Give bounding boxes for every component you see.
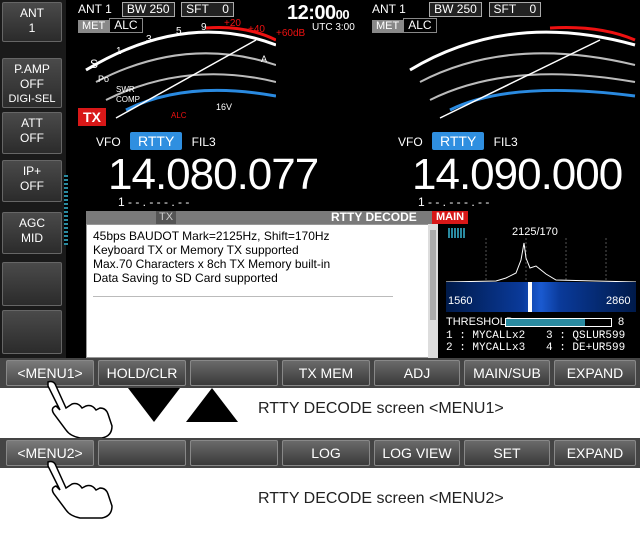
- met-indicator-sub: MET: [372, 20, 404, 33]
- decode-text-area[interactable]: 45bps BAUDOT Mark=2125Hz, Shift=170Hz Ke…: [86, 224, 432, 358]
- down-arrow-icon: [128, 388, 180, 422]
- menu1-empty-button[interactable]: [190, 360, 278, 386]
- decode-line: Data Saving to SD Card supported: [93, 271, 278, 285]
- s1-label: 1: [116, 46, 122, 57]
- decode-line: 45bps BAUDOT Mark=2125Hz, Shift=170Hz: [93, 229, 330, 243]
- mode-button[interactable]: RTTY: [130, 132, 183, 150]
- tx-memory-3: 3 : QSLUR599: [546, 330, 626, 342]
- att-label: ATT: [21, 116, 43, 130]
- vfo-label-sub: VFO: [398, 135, 423, 149]
- pointing-hand-icon: [47, 380, 113, 439]
- clock-time: 12:00: [287, 2, 336, 24]
- plus60db-label: +60dB: [276, 28, 306, 39]
- att-button[interactable]: ATT OFF: [2, 112, 62, 154]
- preamp-button[interactable]: P.AMP OFF DIGI-SEL: [2, 58, 62, 108]
- tx-mem-button[interactable]: TX MEM: [282, 360, 370, 386]
- menu2-empty-button-2[interactable]: [190, 440, 278, 466]
- sub-frequency[interactable]: 14.090.000: [412, 150, 623, 200]
- agc-label: AGC: [18, 216, 45, 230]
- vd-16v-label: 16V: [216, 102, 232, 112]
- preamp-value: OFF: [20, 77, 44, 91]
- decode-scroll-thumb[interactable]: [430, 230, 436, 320]
- digisel-label: DIGI-SEL: [8, 93, 56, 105]
- amp-label: A: [261, 54, 267, 64]
- agc-value: MID: [21, 231, 43, 245]
- threshold-fill: [506, 319, 585, 326]
- set-button[interactable]: SET: [464, 440, 550, 466]
- threshold-value: 8: [618, 316, 625, 328]
- ipplus-button[interactable]: IP+ OFF: [2, 160, 62, 202]
- tx-indicator: TX: [78, 108, 106, 126]
- tx-memory-4: 4 : DE+UR599: [546, 342, 626, 354]
- pointing-hand-icon: [47, 460, 113, 519]
- filter-label: FIL3: [191, 135, 216, 149]
- main-frequency[interactable]: 14.080.077: [108, 150, 319, 200]
- menu1-caption: RTTY DECODE screen <MENU1>: [258, 400, 504, 417]
- po-label: Po: [98, 74, 109, 84]
- decode-line: Keyboard TX or Memory TX supported: [93, 243, 299, 257]
- threshold-bar[interactable]: [505, 318, 612, 327]
- att-value: OFF: [20, 131, 44, 145]
- main-tag: MAIN: [432, 211, 469, 224]
- ipplus-value: OFF: [20, 179, 44, 193]
- ant-value: 1: [28, 21, 36, 35]
- scope-low-freq: 1560: [448, 295, 473, 307]
- mark-shift-label: 2125/170: [512, 226, 558, 238]
- main-subfreq: 1 - - . - - - . - -: [118, 195, 190, 209]
- tx-memory-1: 1 : MYCALLx2: [446, 330, 526, 342]
- sidebar-empty-button-2[interactable]: [2, 310, 62, 354]
- utc-offset: UTC 3:00: [312, 22, 355, 33]
- sidebar-scroll-indicator: [64, 175, 68, 245]
- mode-button-sub[interactable]: RTTY: [432, 132, 485, 150]
- log-button[interactable]: LOG: [282, 440, 370, 466]
- expand-button-2[interactable]: EXPAND: [554, 440, 636, 466]
- vfo-row-sub: VFO RTTY FIL3: [398, 132, 518, 150]
- log-view-button[interactable]: LOG VIEW: [374, 440, 460, 466]
- alc-scale-label: ALC: [171, 111, 187, 120]
- mark-marker: [528, 282, 532, 312]
- ipplus-label: IP+: [22, 164, 42, 178]
- decode-line: Max.70 Characters x 8ch TX Memory built-…: [93, 257, 331, 271]
- s3-label: 3: [146, 34, 152, 45]
- comp-label: COMP: [116, 95, 140, 104]
- adj-button[interactable]: ADJ: [374, 360, 460, 386]
- clock-seconds: 00: [335, 7, 350, 22]
- threshold-label: THRESHOLD: [446, 316, 514, 328]
- scope-high-freq: 2860: [606, 295, 631, 307]
- agc-button[interactable]: AGC MID: [2, 212, 62, 254]
- vfo-label: VFO: [96, 135, 121, 149]
- transceiver-screen: ANT 1 P.AMP OFF DIGI-SEL ATT OFF IP+ OFF…: [0, 0, 640, 388]
- sidebar-empty-button-1[interactable]: [2, 262, 62, 306]
- scope-ruler: [448, 228, 466, 238]
- ant-button[interactable]: ANT 1: [2, 2, 62, 42]
- up-arrow-icon: [186, 388, 238, 422]
- audio-spectrum-trace: [446, 238, 636, 284]
- main-sub-button[interactable]: MAIN/SUB: [464, 360, 550, 386]
- s-scale-label: S: [90, 57, 98, 71]
- plus40-label: +40: [248, 24, 265, 35]
- vfo-row-main: VFO RTTY FIL3: [96, 132, 216, 150]
- sub-subfreq: 1 - - . - - - . - -: [418, 195, 490, 209]
- swr-label: SWR: [116, 85, 135, 94]
- preamp-label: P.AMP: [14, 62, 50, 76]
- tx-memory-2: 2 : MYCALLx3: [446, 342, 526, 354]
- toggle-arrows-icon: [128, 388, 238, 422]
- left-s-meter: S 1 3 5 9 +20 +40 Po SWR COMP ALC 16V A: [85, 18, 276, 120]
- decode-tx-tag: TX: [156, 211, 177, 224]
- s5-label: 5: [176, 26, 182, 37]
- decode-header: TX RTTY DECODE: [86, 211, 432, 224]
- ant-label: ANT: [20, 6, 44, 20]
- menu2-caption: RTTY DECODE screen <MENU2>: [258, 490, 504, 507]
- plus20-label: +20: [224, 18, 241, 29]
- decode-title: RTTY DECODE: [331, 210, 417, 224]
- s9-label: 9: [201, 22, 207, 33]
- filter-label-sub: FIL3: [493, 135, 518, 149]
- right-s-meter: [409, 26, 636, 119]
- left-function-sidebar: ANT 1 P.AMP OFF DIGI-SEL ATT OFF IP+ OFF…: [0, 0, 66, 358]
- expand-button[interactable]: EXPAND: [554, 360, 636, 386]
- decode-divider: [93, 296, 393, 297]
